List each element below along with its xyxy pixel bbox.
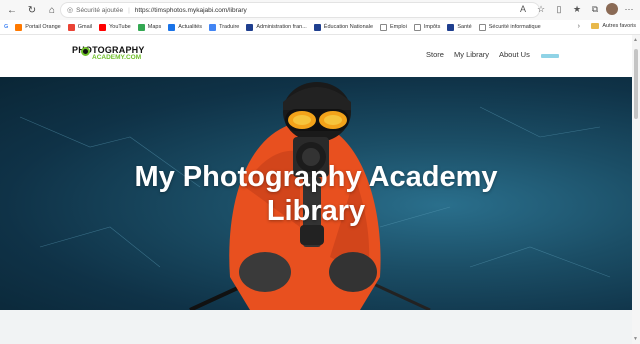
- bookmark-label: Portail Orange: [25, 24, 61, 30]
- page-content-area: [0, 310, 632, 344]
- bookmark-favicon-icon: [413, 23, 421, 31]
- bookmark-item[interactable]: YouTube: [99, 23, 131, 31]
- hero-title-line1: My Photography Academy: [134, 161, 498, 193]
- bookmark-label: Traduire: [219, 24, 240, 30]
- bookmark-item[interactable]: Impôts: [413, 23, 441, 31]
- bookmark-favicon-icon: [168, 23, 176, 31]
- favorite-star-icon[interactable]: ☆: [534, 2, 548, 16]
- url-text: https://timsphotos.mykajabi.com/library: [134, 6, 247, 14]
- bookmark-favicon-icon: [15, 23, 23, 31]
- address-separator: |: [128, 6, 130, 14]
- bookmark-favicon-icon: [99, 23, 107, 31]
- bookmark-favicon-icon: [246, 23, 254, 31]
- scroll-down-icon[interactable]: ▼: [633, 336, 638, 342]
- bookmark-favicon-icon: [137, 23, 145, 31]
- bookmark-favicon-icon: [313, 23, 321, 31]
- bookmark-favicon-icon: [380, 23, 388, 31]
- bookmark-label: Santé: [457, 24, 472, 30]
- other-favorites-label: Autres favoris: [602, 23, 636, 29]
- back-icon[interactable]: ←: [4, 2, 20, 18]
- more-options-icon[interactable]: ⋯: [622, 2, 636, 16]
- hero-banner: My Photography Academy Library: [0, 77, 632, 310]
- site-logo[interactable]: PHOTOGRAPHY ACADEMY.COM: [72, 45, 148, 63]
- address-bar[interactable]: ◎ Sécurité ajoutée | https://timsphotos.…: [60, 2, 540, 18]
- bookmark-item[interactable]: Emploi: [380, 23, 407, 31]
- read-aloud-icon[interactable]: A: [516, 2, 530, 16]
- lens-icon: [81, 47, 90, 56]
- home-icon[interactable]: ⌂: [44, 2, 60, 18]
- hero-title-line2: Library: [266, 195, 366, 228]
- bookmark-label: Gmail: [77, 24, 93, 30]
- split-screen-icon[interactable]: ▯: [552, 2, 566, 16]
- bookmark-favicon-icon: [67, 23, 75, 31]
- collections-icon[interactable]: ⧉: [588, 2, 602, 16]
- site-header: PHOTOGRAPHY ACADEMY.COM Store My Library…: [0, 35, 640, 77]
- bookmark-label: Impôts: [423, 24, 441, 30]
- bookmark-item[interactable]: Actualités: [168, 23, 203, 31]
- bookmark-favicon-icon: [209, 23, 217, 31]
- refresh-icon[interactable]: ↻: [24, 2, 40, 18]
- bookmark-label: Éducation Nationale: [323, 24, 374, 30]
- scroll-up-icon[interactable]: ▲: [633, 37, 638, 43]
- bookmark-item[interactable]: Portail Orange: [15, 23, 61, 31]
- toolbar-actions: A ☆ ▯ ★ ⧉ ⋯: [516, 2, 636, 16]
- bookmark-favicon-icon: [447, 23, 455, 31]
- nav-store[interactable]: Store: [426, 50, 444, 59]
- bookmark-favicon-icon: [478, 23, 486, 31]
- scrollbar-thumb[interactable]: [634, 49, 638, 119]
- bookmark-item[interactable]: Sécurité informatique: [478, 23, 541, 31]
- other-favorites[interactable]: Autres favoris: [591, 23, 636, 29]
- folder-icon: [591, 23, 600, 29]
- bookmark-label: Administration fran...: [256, 24, 307, 30]
- bookmark-label: Maps: [147, 24, 162, 30]
- logo-text-line2: ACADEMY.COM: [92, 54, 142, 61]
- google-icon[interactable]: G: [4, 24, 8, 30]
- nav-badge-icon[interactable]: [541, 54, 559, 58]
- bookmark-label: Actualités: [178, 24, 203, 30]
- bookmark-item[interactable]: Santé: [447, 23, 472, 31]
- bookmark-label: YouTube: [109, 24, 131, 30]
- nav-my-library[interactable]: My Library: [454, 50, 489, 59]
- nav-about-us[interactable]: About Us: [499, 50, 530, 59]
- security-label: Sécurité ajoutée: [76, 6, 124, 14]
- scrollbar[interactable]: ▲ ▼: [632, 35, 640, 344]
- profile-avatar[interactable]: [606, 3, 618, 15]
- bookmark-label: Emploi: [390, 24, 407, 30]
- bookmark-item[interactable]: Gmail: [67, 23, 93, 31]
- bookmark-item[interactable]: Traduire: [209, 23, 240, 31]
- browser-toolbar: ← ↻ ⌂ ◎ Sécurité ajoutée | https://timsp…: [0, 0, 640, 20]
- bookmark-label: Sécurité informatique: [488, 24, 541, 30]
- favorites-icon[interactable]: ★: [570, 2, 584, 16]
- chevron-right-icon[interactable]: ›: [578, 23, 580, 30]
- hero-title: My Photography Academy Library: [0, 160, 632, 228]
- bookmark-item[interactable]: Administration fran...: [246, 23, 307, 31]
- bookmark-item[interactable]: Éducation Nationale: [313, 23, 374, 31]
- shield-icon: ◎: [67, 7, 74, 14]
- bookmarks-bar: G Portail Orange Gmail YouTube Maps Actu…: [0, 20, 640, 35]
- bookmark-item[interactable]: Maps: [137, 23, 162, 31]
